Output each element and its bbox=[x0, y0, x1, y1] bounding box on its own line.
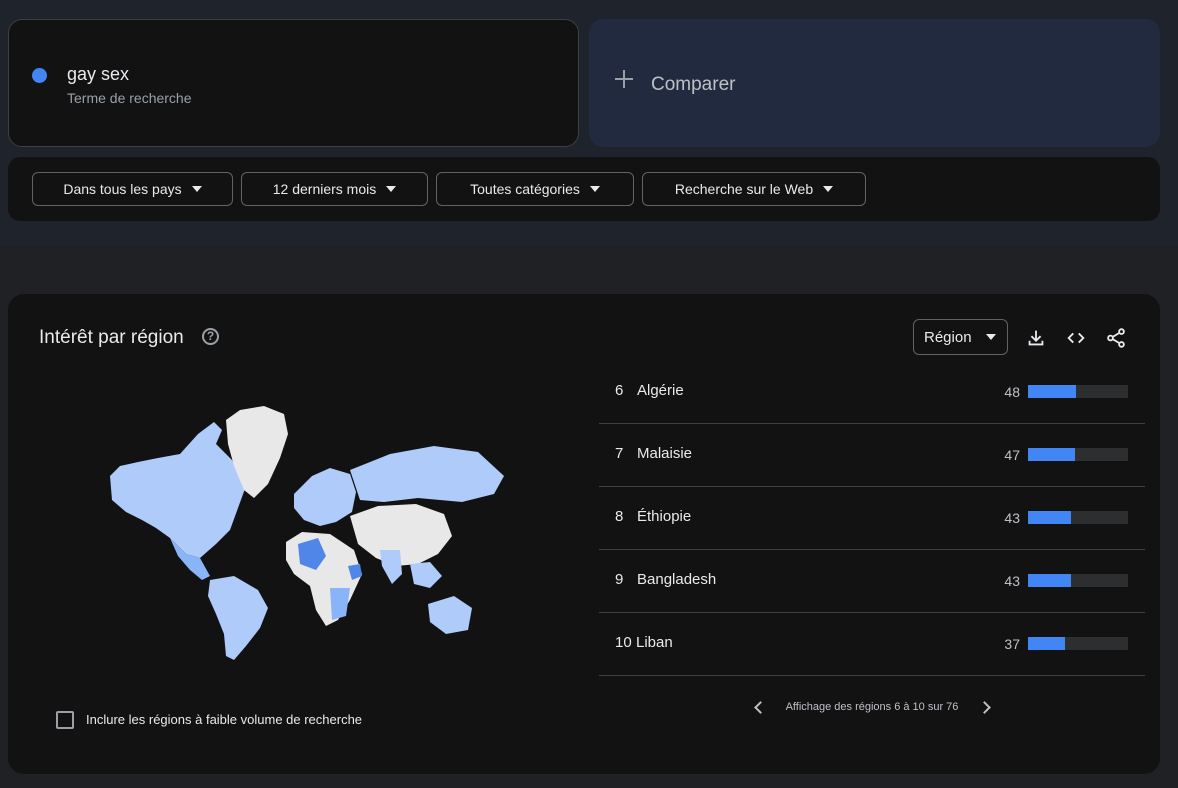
region-bar-track bbox=[1028, 511, 1128, 524]
region-bar-track bbox=[1028, 574, 1128, 587]
region-name: Malaisie bbox=[637, 445, 693, 462]
search-term-name: gay sex bbox=[67, 64, 130, 84]
map-region-australia bbox=[428, 596, 472, 634]
region-bar-track bbox=[1028, 385, 1128, 398]
world-map[interactable] bbox=[98, 404, 508, 664]
map-region-africa bbox=[286, 532, 362, 626]
map-region-southeast-asia bbox=[410, 562, 442, 588]
region-value: 47 bbox=[1004, 447, 1020, 463]
caret-down-icon bbox=[386, 186, 397, 192]
panel-title: Intérêt par région bbox=[39, 327, 184, 348]
region-value: 48 bbox=[1004, 384, 1020, 400]
pagination-text: Affichage des régions 6 à 10 sur 76 bbox=[785, 701, 959, 713]
region-name: Bangladesh bbox=[637, 571, 717, 588]
filter-period-dropdown[interactable]: 12 derniers mois bbox=[241, 172, 428, 206]
help-circle-icon[interactable]: ? bbox=[202, 328, 219, 345]
map-region-middle-east-asia bbox=[350, 504, 452, 566]
region-resolution-select[interactable]: Région bbox=[913, 319, 1008, 355]
region-bar-track bbox=[1028, 448, 1128, 461]
region-row[interactable]: 7 Malaisie 47 bbox=[599, 424, 1145, 487]
filter-category-label: Toutes catégories bbox=[470, 181, 580, 197]
download-icon[interactable] bbox=[1025, 327, 1047, 349]
region-bar-fill bbox=[1028, 637, 1065, 650]
term-color-dot bbox=[32, 68, 47, 83]
region-rank: 6 bbox=[615, 382, 624, 399]
map-region-south-america bbox=[208, 576, 268, 660]
region-row[interactable]: 9 Bangladesh 43 bbox=[599, 550, 1145, 613]
embed-code-icon[interactable] bbox=[1065, 327, 1087, 349]
filter-property-label: Recherche sur le Web bbox=[674, 181, 814, 197]
share-icon[interactable] bbox=[1105, 327, 1127, 349]
region-row[interactable]: 8 Éthiopie 43 bbox=[599, 487, 1145, 550]
low-volume-checkbox-label: Inclure les régions à faible volume de r… bbox=[86, 712, 363, 727]
map-region-europe bbox=[294, 468, 356, 526]
region-rank: 10 bbox=[615, 634, 632, 651]
filter-category-dropdown[interactable]: Toutes catégories bbox=[436, 172, 634, 206]
region-value: 43 bbox=[1004, 510, 1020, 526]
filter-period-label: 12 derniers mois bbox=[272, 181, 377, 197]
region-select-label: Région bbox=[924, 328, 972, 346]
interest-by-region-panel: Intérêt par région ? Région Inclure les … bbox=[8, 294, 1160, 774]
map-region-south-asia bbox=[380, 550, 402, 584]
region-name: Éthiopie bbox=[637, 508, 692, 525]
filter-bar: Dans tous les pays 12 derniers mois Tout… bbox=[8, 157, 1160, 221]
region-bar-track bbox=[1028, 637, 1128, 650]
map-region-north-america bbox=[110, 422, 246, 558]
caret-down-icon bbox=[985, 334, 996, 340]
pagination: Affichage des régions 6 à 10 sur 76 bbox=[599, 692, 1145, 722]
region-bar-fill bbox=[1028, 385, 1076, 398]
compare-label: Comparer bbox=[651, 74, 736, 95]
caret-down-icon bbox=[823, 186, 834, 192]
region-value: 43 bbox=[1004, 573, 1020, 589]
region-ranking-list: 6 Algérie 48 7 Malaisie 47 8 Éthiopie 43 9 Banglad… bbox=[599, 361, 1145, 676]
caret-down-icon bbox=[191, 186, 202, 192]
low-volume-checkbox[interactable] bbox=[56, 711, 74, 729]
region-rank: 8 bbox=[615, 508, 624, 525]
search-term-card[interactable]: gay sex Terme de recherche bbox=[8, 19, 579, 147]
map-region-russia bbox=[350, 446, 504, 502]
region-rank: 7 bbox=[615, 445, 624, 462]
region-bar-fill bbox=[1028, 511, 1071, 524]
filter-country-dropdown[interactable]: Dans tous les pays bbox=[32, 172, 233, 206]
map-region-east-africa bbox=[330, 588, 350, 620]
filter-property-dropdown[interactable]: Recherche sur le Web bbox=[642, 172, 866, 206]
region-row[interactable]: 10 Liban 37 bbox=[599, 613, 1145, 676]
region-name: Liban bbox=[636, 634, 673, 651]
plus-icon bbox=[615, 70, 633, 88]
region-row[interactable]: 6 Algérie 48 bbox=[599, 361, 1145, 424]
search-term-type: Terme de recherche bbox=[67, 90, 192, 106]
filter-country-label: Dans tous les pays bbox=[63, 181, 182, 197]
region-rank: 9 bbox=[615, 571, 624, 588]
region-value: 37 bbox=[1004, 636, 1020, 652]
compare-button[interactable]: Comparer bbox=[589, 19, 1160, 147]
region-name: Algérie bbox=[637, 382, 684, 399]
region-bar-fill bbox=[1028, 448, 1075, 461]
caret-down-icon bbox=[589, 186, 600, 192]
region-bar-fill bbox=[1028, 574, 1071, 587]
